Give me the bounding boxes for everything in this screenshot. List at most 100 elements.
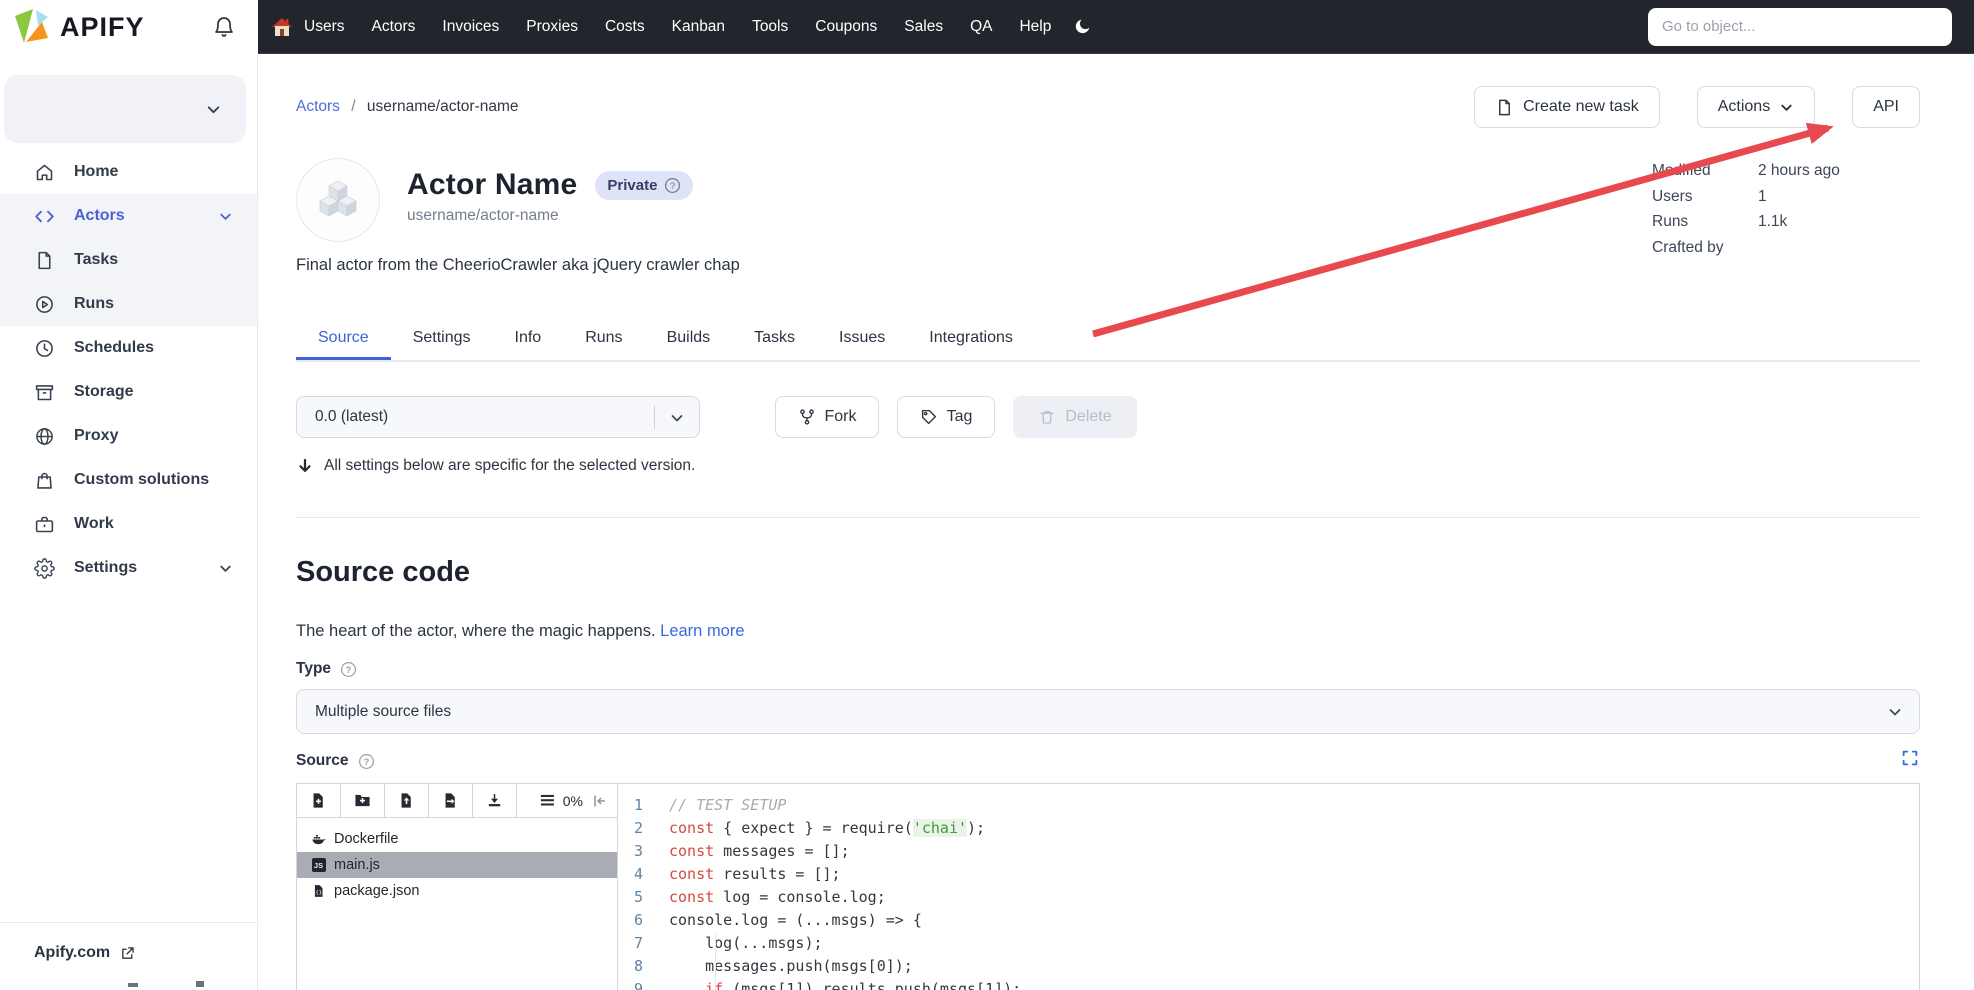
tab-tasks[interactable]: Tasks: [732, 317, 817, 360]
collapse-left-icon[interactable]: [591, 793, 607, 809]
sidebar-item-custom-solutions[interactable]: Custom solutions: [0, 458, 257, 502]
sidebar-item-schedules[interactable]: Schedules: [0, 326, 257, 370]
tab-settings[interactable]: Settings: [391, 317, 493, 360]
notifications-bell-icon[interactable]: [212, 15, 236, 39]
nav-item-proxies[interactable]: Proxies: [526, 18, 578, 36]
version-select[interactable]: 0.0 (latest): [296, 396, 700, 438]
clipped-footer-row-fragment: [196, 981, 204, 987]
download-icon: [486, 792, 503, 809]
globe-icon: [34, 426, 55, 447]
file-row-dockerfile[interactable]: Dockerfile: [297, 826, 617, 852]
meta-label: Users: [1652, 184, 1758, 210]
api-label: API: [1873, 98, 1899, 116]
code-editor-pane[interactable]: 1// TEST SETUP2const { expect } = requir…: [619, 784, 1919, 990]
move-file-button[interactable]: [429, 784, 473, 817]
nav-item-sales[interactable]: Sales: [904, 18, 943, 36]
nav-item-users[interactable]: Users: [304, 18, 344, 36]
line-number: 3: [619, 842, 669, 865]
tag-icon: [920, 408, 938, 426]
fork-button[interactable]: Fork: [775, 396, 879, 438]
nav-item-tools[interactable]: Tools: [752, 18, 788, 36]
code-line: 5const log = console.log;: [619, 888, 1919, 911]
sidebar-item-settings[interactable]: Settings: [0, 546, 257, 590]
dark-mode-moon-icon[interactable]: [1073, 17, 1092, 36]
type-label: Type: [296, 660, 331, 678]
file-row-package-json[interactable]: {} package.json: [297, 878, 617, 904]
help-circle-icon[interactable]: ?: [358, 753, 375, 770]
tab-info[interactable]: Info: [493, 317, 564, 360]
sidebar-item-runs[interactable]: Runs: [0, 282, 257, 326]
sidebar-item-label: Settings: [74, 559, 137, 577]
code-icon: [34, 206, 55, 227]
learn-more-link[interactable]: Learn more: [660, 622, 744, 640]
api-button[interactable]: API: [1852, 86, 1920, 128]
tab-runs[interactable]: Runs: [563, 317, 644, 360]
tab-integrations[interactable]: Integrations: [907, 317, 1035, 360]
actor-meta: Modified2 hours agoUsers1Runs1.1kCrafted…: [1652, 158, 1840, 260]
meta-row-crafted-by: Crafted by: [1652, 235, 1840, 261]
fullscreen-expand-icon[interactable]: [1900, 748, 1920, 768]
tab-issues[interactable]: Issues: [817, 317, 907, 360]
nav-item-kanban[interactable]: Kanban: [672, 18, 725, 36]
account-selector[interactable]: [4, 75, 246, 143]
nav-item-invoices[interactable]: Invoices: [442, 18, 499, 36]
breadcrumb-actors-link[interactable]: Actors: [296, 98, 340, 115]
sidebar-item-actors[interactable]: Actors: [0, 194, 257, 238]
nav-item-costs[interactable]: Costs: [605, 18, 645, 36]
type-select[interactable]: Multiple source files: [296, 689, 1920, 734]
editor-progress: 0%: [563, 793, 583, 809]
clock-icon: [34, 338, 55, 359]
meta-label: Runs: [1652, 209, 1758, 235]
json-file-icon: {}: [312, 884, 326, 898]
move-file-icon: [442, 792, 459, 809]
new-folder-icon: [354, 792, 371, 809]
meta-label: Modified: [1652, 158, 1758, 184]
nav-item-help[interactable]: Help: [1019, 18, 1051, 36]
main-content: Actors / username/actor-name Create new …: [258, 54, 1974, 990]
tab-builds[interactable]: Builds: [645, 317, 733, 360]
sidebar-menu: Home ActorsTasksRunsSchedulesStorageProxy…: [0, 150, 257, 590]
nav-item-coupons[interactable]: Coupons: [815, 18, 877, 36]
file-tree-panel: 0% DockerfileJSmain.js {} package.json: [297, 784, 618, 990]
chevron-down-icon: [218, 209, 233, 224]
new-file-icon: [310, 792, 327, 809]
sidebar-item-label: Work: [74, 515, 114, 533]
actions-label: Actions: [1718, 98, 1770, 116]
help-circle-icon[interactable]: ?: [340, 661, 357, 678]
sidebar-item-proxy[interactable]: Proxy: [0, 414, 257, 458]
sidebar-link-apify-com[interactable]: Apify.com: [34, 944, 136, 962]
chevron-down-icon: [1779, 100, 1794, 115]
home-emoji-icon[interactable]: [270, 15, 294, 39]
tag-button[interactable]: Tag: [897, 396, 995, 438]
file-name: package.json: [334, 883, 419, 899]
nav-item-qa[interactable]: QA: [970, 18, 992, 36]
file-tree-toolbar: 0%: [297, 784, 617, 818]
indent-guide: [715, 934, 716, 990]
sidebar-item-work[interactable]: Work: [0, 502, 257, 546]
code-text: messages.push(msgs[0]);: [669, 957, 913, 980]
new-folder-button[interactable]: [341, 784, 385, 817]
new-file-button[interactable]: [297, 784, 341, 817]
go-to-object-search-input[interactable]: [1648, 8, 1952, 46]
sidebar-item-home[interactable]: Home: [0, 150, 257, 194]
version-note-text: All settings below are specific for the …: [324, 457, 695, 475]
tab-source[interactable]: Source: [296, 317, 391, 360]
sidebar-item-tasks[interactable]: Tasks: [0, 238, 257, 282]
header-actions: Create new task Actions API: [1474, 86, 1920, 128]
javascript-file-icon: JS: [312, 858, 326, 872]
sidebar-item-storage[interactable]: Storage: [0, 370, 257, 414]
delete-button[interactable]: Delete: [1013, 396, 1137, 438]
source-code-editor: 0% DockerfileJSmain.js {} package.json 1//…: [296, 783, 1920, 990]
download-button[interactable]: [473, 784, 517, 817]
upload-file-button[interactable]: [385, 784, 429, 817]
nav-item-actors[interactable]: Actors: [371, 18, 415, 36]
create-new-task-button[interactable]: Create new task: [1474, 86, 1660, 128]
sidebar: Home ActorsTasksRunsSchedulesStorageProxy…: [0, 54, 258, 990]
briefcase-icon: [34, 514, 55, 535]
bag-icon: [34, 470, 55, 491]
sidebar-item-label: Home: [74, 163, 118, 181]
actions-dropdown-button[interactable]: Actions: [1697, 86, 1815, 128]
code-line: 1// TEST SETUP: [619, 796, 1919, 819]
help-circle-icon[interactable]: ?: [664, 177, 681, 194]
file-row-main-js[interactable]: JSmain.js: [297, 852, 617, 878]
